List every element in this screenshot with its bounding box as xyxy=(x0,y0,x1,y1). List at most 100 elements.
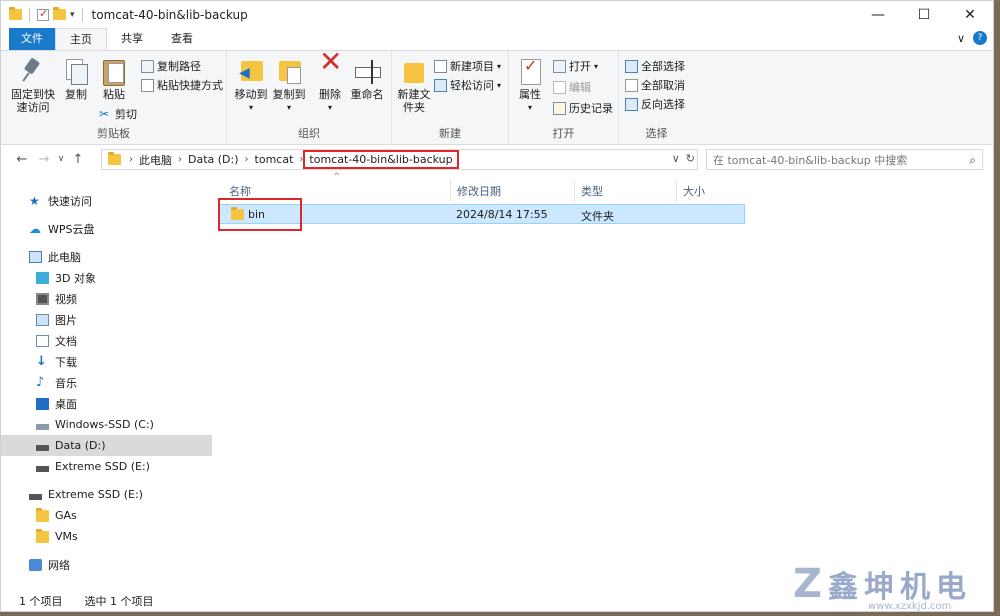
easy-access-button[interactable]: 轻松访问 ▾ xyxy=(434,77,501,93)
breadcrumb-this-pc[interactable]: 此电脑 xyxy=(133,152,178,168)
breadcrumb-data-d[interactable]: Data (D:) xyxy=(182,153,245,166)
back-arrow-icon[interactable]: ← xyxy=(11,152,33,167)
column-modified[interactable]: 修改日期 xyxy=(451,180,575,202)
open-group-label: 打开 xyxy=(552,127,575,140)
column-size[interactable]: 大小 xyxy=(677,180,745,202)
help-icon[interactable]: ? xyxy=(973,31,987,45)
sidebar-item-extreme-ssd-e[interactable]: Extreme SSD (E:) xyxy=(1,456,212,477)
folder-icon xyxy=(108,152,121,165)
delete-icon xyxy=(316,55,344,85)
sidebar-item-desktop[interactable]: 桌面 xyxy=(1,393,212,414)
recent-locations-icon[interactable]: ∨ xyxy=(55,154,67,164)
drive-icon xyxy=(36,465,49,472)
watermark-logo-icon: Z xyxy=(793,561,823,607)
sidebar-item-network[interactable]: 网络 xyxy=(1,554,212,575)
copy-path-button[interactable]: 复制路径 xyxy=(141,58,201,74)
sidebar-item-3d-objects[interactable]: 3D 对象 xyxy=(1,267,212,288)
sidebar-item-documents[interactable]: 文档 xyxy=(1,330,212,351)
sidebar-item-quick-access[interactable]: ★ 快速访问 xyxy=(1,190,212,211)
paste-shortcut-button[interactable]: 粘贴快捷方式 xyxy=(141,77,223,93)
address-bar[interactable]: › 此电脑 › Data (D:) › tomcat › tomcat-40-b… xyxy=(101,149,698,170)
collapse-ribbon-icon[interactable]: ∨ xyxy=(957,32,965,45)
properties-button[interactable]: 属性 ▾ xyxy=(515,57,545,114)
file-modified: 2024/8/14 17:55 xyxy=(456,208,548,221)
edit-icon xyxy=(553,80,566,94)
drive-icon xyxy=(36,423,49,430)
window-title: tomcat-40-bin&lib-backup xyxy=(91,7,248,22)
quick-access-toolbar: ▾ xyxy=(9,7,86,22)
sidebar-item-music[interactable]: ♪ 音乐 xyxy=(1,372,212,393)
paste-shortcut-icon xyxy=(141,78,154,92)
tab-view[interactable]: 查看 xyxy=(157,28,207,50)
sidebar-item-windows-ssd-c[interactable]: Windows-SSD (C:) xyxy=(1,414,212,435)
scissors-icon: ✂ xyxy=(99,106,110,121)
cut-button[interactable]: ✂ 剪切 xyxy=(99,106,137,122)
minimize-button[interactable]: — xyxy=(855,1,901,28)
select-none-icon xyxy=(625,78,638,92)
new-folder-icon[interactable] xyxy=(53,7,66,20)
explorer-window: ▾ tomcat-40-bin&lib-backup — ☐ ✕ 文件 主页 共… xyxy=(0,0,994,612)
cloud-icon: ☁ xyxy=(29,221,41,236)
network-icon xyxy=(29,558,42,571)
delete-button[interactable]: 删除 ▾ xyxy=(316,55,344,114)
file-type: 文件夹 xyxy=(581,210,614,223)
refresh-icon[interactable]: ↻ xyxy=(686,152,695,165)
copy-button[interactable]: 复制 xyxy=(61,57,91,101)
new-item-icon xyxy=(434,59,447,73)
select-all-button[interactable]: 全部选择 xyxy=(625,58,685,74)
open-group: 属性 ▾ 打开 ▾ 编辑 历史记录 打开 xyxy=(509,51,619,145)
breadcrumb-current-folder[interactable]: tomcat-40-bin&lib-backup xyxy=(303,150,459,169)
search-icon: ⌕ xyxy=(969,153,976,167)
tab-home[interactable]: 主页 xyxy=(55,28,107,50)
history-icon xyxy=(553,101,566,115)
picture-icon xyxy=(36,313,49,326)
open-button[interactable]: 打开 ▾ xyxy=(553,58,598,74)
paste-icon xyxy=(100,57,128,86)
tab-share[interactable]: 共享 xyxy=(107,28,157,50)
select-none-button[interactable]: 全部取消 xyxy=(625,77,685,93)
new-folder-button[interactable]: 新建文件夹 xyxy=(396,57,432,114)
properties-icon[interactable] xyxy=(37,7,49,21)
sidebar-item-extreme-ssd-e-root[interactable]: Extreme SSD (E:) xyxy=(1,484,212,505)
rename-button[interactable]: 重命名 xyxy=(349,57,385,101)
maximize-button[interactable]: ☐ xyxy=(901,1,947,28)
drive-icon xyxy=(29,493,42,500)
column-type[interactable]: 类型 xyxy=(575,180,677,202)
sidebar-item-vms[interactable]: VMs xyxy=(1,526,212,547)
sidebar-item-gas[interactable]: GAs xyxy=(1,505,212,526)
forward-arrow-icon[interactable]: → xyxy=(33,152,55,167)
computer-icon xyxy=(29,250,42,263)
search-input[interactable]: 在 tomcat-40-bin&lib-backup 中搜索 ⌕ xyxy=(706,149,983,170)
title-bar: ▾ tomcat-40-bin&lib-backup — ☐ ✕ xyxy=(1,1,993,28)
file-list: ^ 名称 修改日期 类型 大小 bin 2024/8/14 17:55 文件夹 xyxy=(213,172,995,586)
sidebar-item-videos[interactable]: 视频 xyxy=(1,288,212,309)
breadcrumb-tomcat[interactable]: tomcat xyxy=(249,153,300,166)
sidebar-item-downloads[interactable]: ↓ 下载 xyxy=(1,351,212,372)
desktop-icon xyxy=(36,397,49,410)
up-arrow-icon[interactable]: ↑ xyxy=(67,152,89,167)
copy-to-button[interactable]: 复制到 ▾ xyxy=(271,57,307,114)
rename-icon xyxy=(353,57,381,85)
address-dropdown-icon[interactable]: ∨ xyxy=(672,152,680,165)
sidebar-item-wps-cloud[interactable]: ☁ WPS云盘 xyxy=(1,218,212,239)
sidebar-item-data-d[interactable]: Data (D:) xyxy=(1,435,212,456)
new-group: 新建文件夹 新建项目 ▾ 轻松访问 ▾ 新建 xyxy=(392,51,509,145)
close-button[interactable]: ✕ xyxy=(947,1,993,28)
invert-selection-button[interactable]: 反向选择 xyxy=(625,96,685,112)
tab-file[interactable]: 文件 xyxy=(9,28,55,50)
edit-button[interactable]: 编辑 xyxy=(553,79,591,95)
selected-count: 选中 1 个项目 xyxy=(84,595,154,608)
move-to-button[interactable]: 移动到 ▾ xyxy=(233,57,269,114)
pin-quick-access-button[interactable]: 固定到快速访问 xyxy=(11,57,55,114)
history-button[interactable]: 历史记录 xyxy=(553,100,613,116)
drive-icon xyxy=(36,444,49,451)
sidebar-item-this-pc[interactable]: 此电脑 xyxy=(1,246,212,267)
organize-group-label: 组织 xyxy=(298,127,320,140)
navigation-bar: ← → ∨ ↑ › 此电脑 › Data (D:) › tomcat › tom… xyxy=(1,146,993,172)
sidebar-item-pictures[interactable]: 图片 xyxy=(1,309,212,330)
select-group-label: 选择 xyxy=(645,127,668,140)
new-item-button[interactable]: 新建项目 ▾ xyxy=(434,58,501,74)
customize-toolbar-icon[interactable]: ▾ xyxy=(70,10,75,20)
organize-group: 移动到 ▾ 复制到 ▾ 删除 ▾ 重命名 组织 xyxy=(227,51,392,145)
paste-button[interactable]: 粘贴 xyxy=(99,57,129,101)
